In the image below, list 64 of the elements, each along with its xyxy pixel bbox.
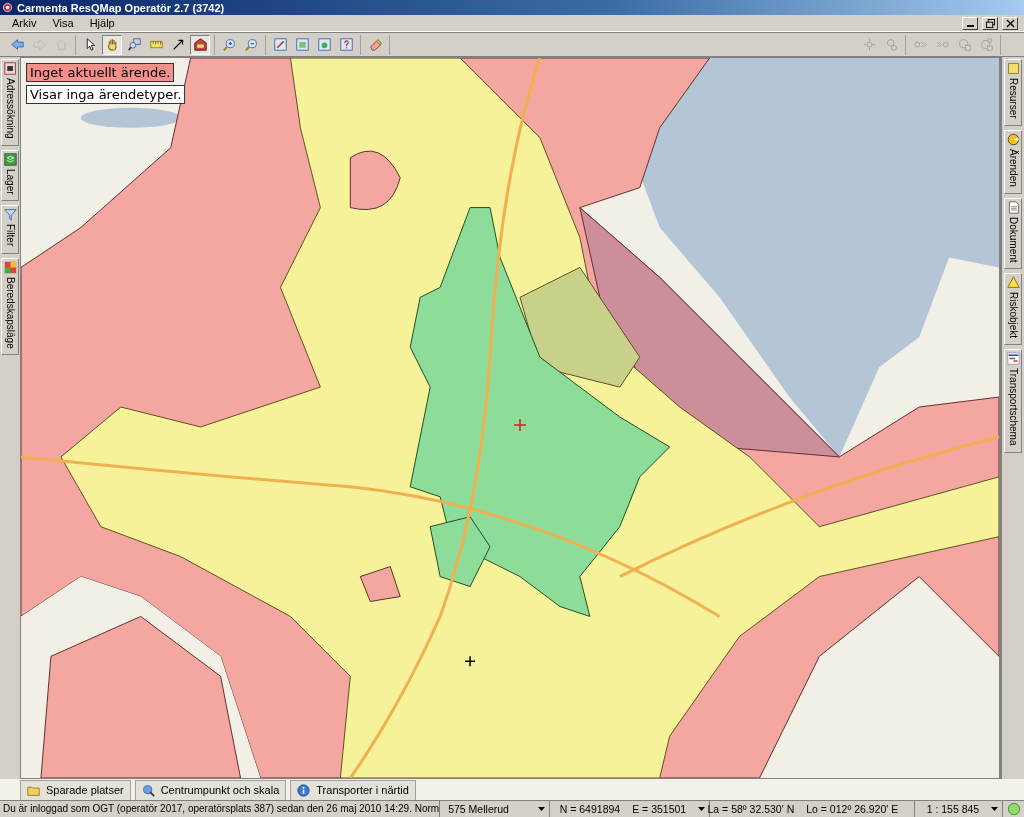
menu-item[interactable]: Visa bbox=[46, 17, 80, 30]
globe-magnifier-icon bbox=[141, 783, 155, 797]
side-tab[interactable]: Transportschema bbox=[1004, 349, 1022, 453]
readiness-map-icon bbox=[3, 260, 17, 274]
pencil-window-icon bbox=[273, 38, 287, 52]
close-button[interactable] bbox=[1002, 16, 1018, 30]
layers-icon bbox=[3, 152, 17, 166]
tool-button[interactable] bbox=[190, 34, 210, 55]
hand-icon bbox=[105, 38, 119, 52]
dropdown-icon bbox=[538, 806, 546, 811]
address-book-icon bbox=[3, 62, 17, 76]
status-text: Lo = 012º 26.920' E bbox=[806, 802, 899, 815]
app-logo-icon bbox=[2, 2, 13, 14]
side-tab[interactable]: Riskobjekt bbox=[1004, 273, 1022, 346]
side-tab[interactable]: Ärenden bbox=[1004, 129, 1022, 194]
zoom-in-icon bbox=[222, 38, 236, 52]
menu-item[interactable]: Hjälp bbox=[83, 17, 121, 30]
locate-icon bbox=[957, 38, 971, 52]
note-icon bbox=[1006, 62, 1020, 76]
eraser-icon bbox=[368, 38, 382, 52]
status-text: N = 6491894 bbox=[559, 802, 621, 815]
status-message: Du är inloggad som OGT (operatör 2017, operatörsplats 387) sedan den 26 maj 2010 14:29. Norm bbox=[2, 803, 440, 815]
map-window-icon bbox=[317, 38, 331, 52]
locate-icon bbox=[979, 38, 993, 52]
crosshair-icon bbox=[862, 38, 876, 52]
bottom-tab[interactable]: Transporter i närtid bbox=[290, 779, 416, 800]
status-text: 575 Mellerud bbox=[448, 802, 509, 815]
restore-icon bbox=[985, 18, 995, 28]
document-icon bbox=[1006, 200, 1020, 214]
side-tab[interactable]: Lager bbox=[1, 149, 19, 202]
help-window-icon bbox=[339, 38, 353, 52]
menu-item[interactable]: Arkiv bbox=[6, 17, 43, 30]
dropdown-icon bbox=[698, 806, 706, 811]
bottom-tab[interactable]: Sparade platser bbox=[20, 779, 131, 800]
tag-icon bbox=[193, 38, 207, 52]
diagonal-arrow-icon bbox=[171, 38, 185, 52]
side-tab[interactable]: Filter bbox=[1, 205, 19, 254]
window-title: Carmenta ResQMap Operatör 2.7 (3742) bbox=[17, 1, 225, 14]
minimize-button[interactable] bbox=[962, 16, 978, 30]
map-notice: Inget aktuellt ärende. bbox=[26, 63, 175, 83]
schedule-chart-icon bbox=[1006, 352, 1020, 366]
minimize-icon bbox=[966, 25, 974, 28]
status-text: La = 58º 32.530' N bbox=[707, 802, 795, 815]
side-tab[interactable]: Dokument bbox=[1004, 197, 1022, 270]
map-window-icon bbox=[295, 38, 309, 52]
dropdown-icon bbox=[991, 806, 999, 811]
pie-clock-icon bbox=[1006, 132, 1020, 146]
warning-triangle-icon bbox=[1006, 276, 1020, 290]
filter-icon bbox=[3, 208, 17, 222]
find-icon bbox=[884, 38, 898, 52]
status-light-icon bbox=[1007, 801, 1022, 816]
magnifier-icon bbox=[127, 38, 141, 52]
side-tab[interactable]: Resurser bbox=[1004, 59, 1022, 126]
close-icon bbox=[1005, 18, 1015, 28]
side-tab[interactable]: Beredskapsläge bbox=[1, 257, 19, 356]
status-text: 1 : 155 845 bbox=[926, 802, 980, 815]
arrow-left-icon bbox=[10, 38, 24, 52]
zoom-out-icon bbox=[244, 38, 258, 52]
info-icon bbox=[297, 783, 311, 797]
status-text: E = 351501 bbox=[632, 802, 687, 815]
bottom-tab[interactable]: Centrumpunkt och skala bbox=[134, 779, 287, 800]
restore-button[interactable] bbox=[982, 16, 998, 30]
side-tab[interactable]: Adressökning bbox=[1, 59, 19, 146]
map-notice: Visar inga ärendetyper. bbox=[26, 85, 186, 105]
